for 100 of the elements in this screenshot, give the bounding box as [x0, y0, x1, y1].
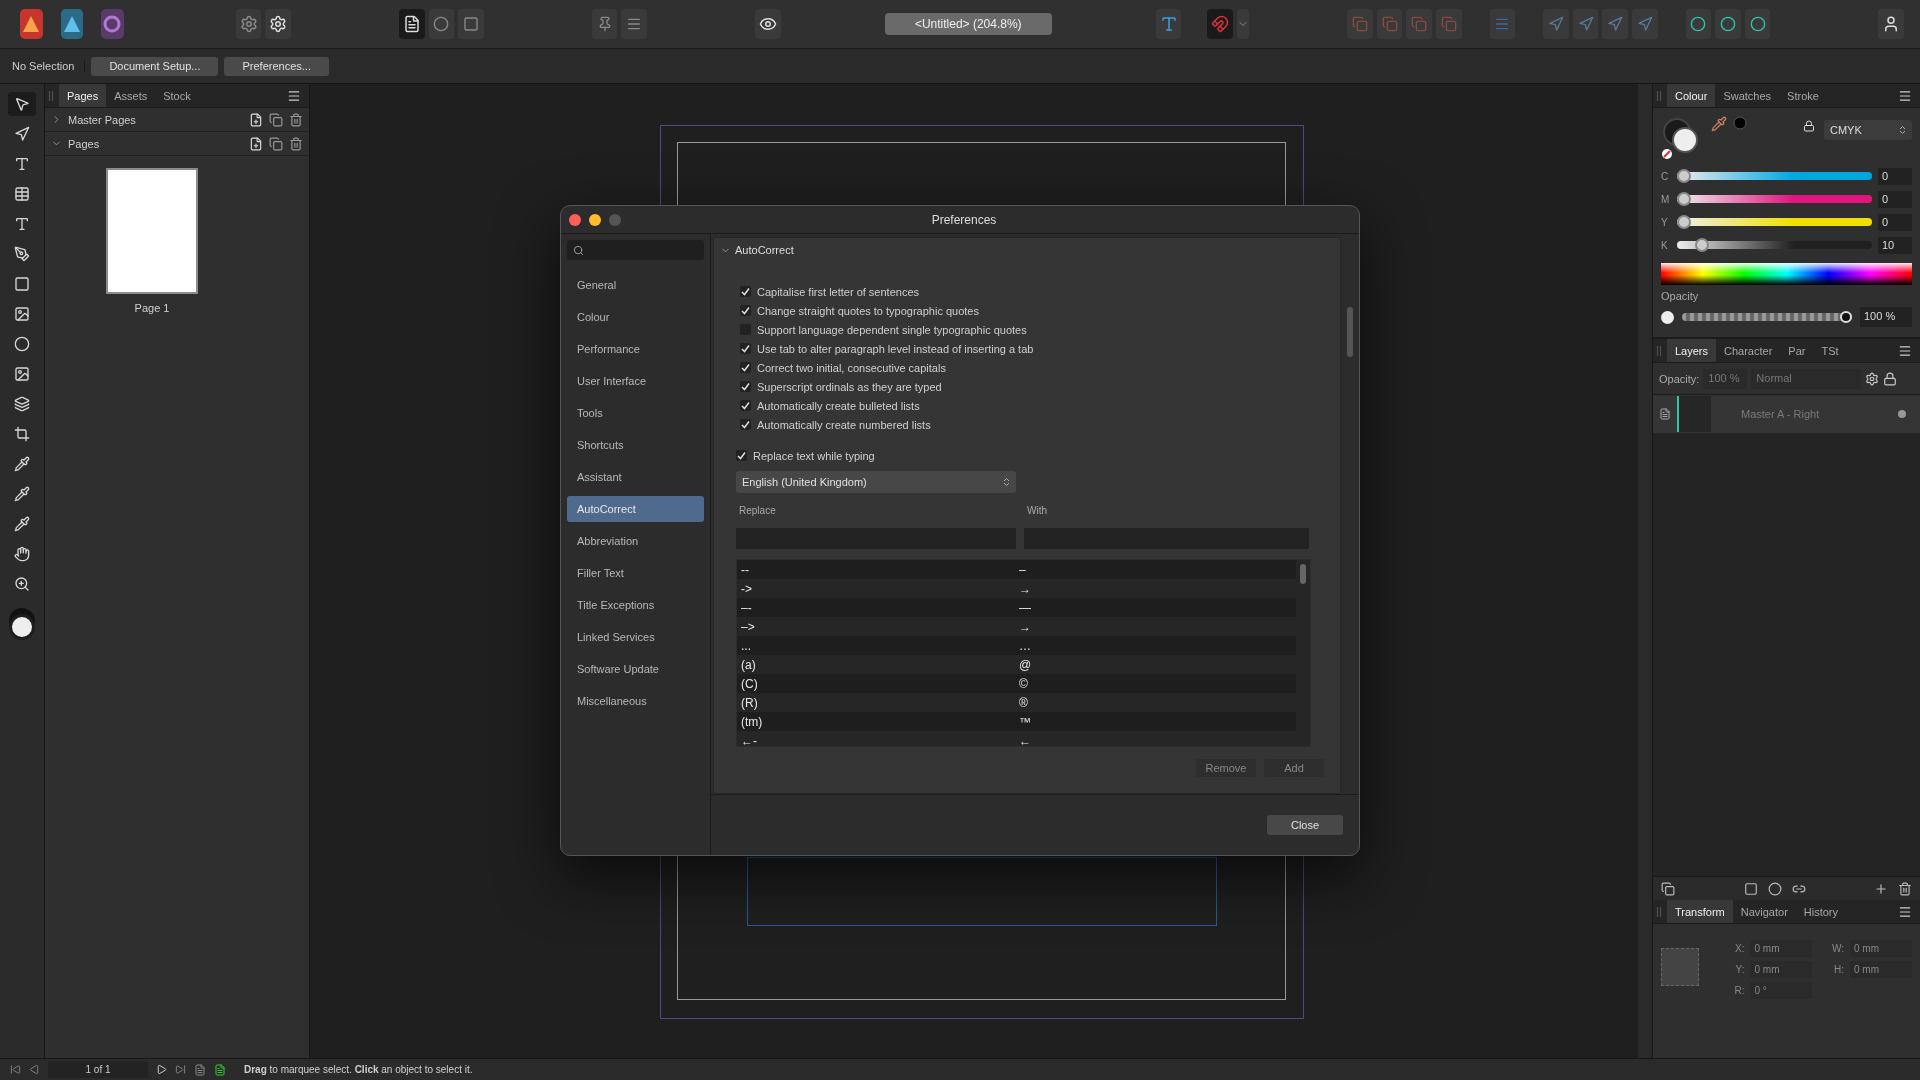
app-logo-icon[interactable] [101, 9, 124, 39]
category-item[interactable]: Miscellaneous [567, 688, 704, 714]
slider-thumb[interactable] [1695, 238, 1710, 252]
panel-tab[interactable]: Character [1716, 339, 1781, 362]
transform-field[interactable]: 0 ° [1750, 982, 1813, 999]
eye-icon[interactable] [755, 9, 781, 39]
opacity-value[interactable]: 100 % [1860, 307, 1912, 327]
transform-field[interactable]: 0 mm [1750, 961, 1813, 978]
panel-tab[interactable]: Navigator [1732, 900, 1796, 923]
colour-spectrum[interactable] [1661, 263, 1912, 285]
trash-icon[interactable] [289, 136, 303, 151]
mask-icon[interactable] [1743, 881, 1758, 896]
panel-tab[interactable]: Swatches [1715, 84, 1780, 107]
checkbox[interactable] [740, 343, 751, 354]
checkbox[interactable] [740, 362, 751, 373]
add-page-icon[interactable] [249, 112, 263, 127]
checkbox[interactable] [740, 381, 751, 392]
checkbox[interactable] [736, 450, 747, 461]
transform-field[interactable]: 0 mm [1850, 961, 1912, 978]
panel-tab[interactable]: Colour [1667, 84, 1716, 107]
context-button[interactable]: Preferences... [224, 56, 329, 76]
swatch-icon[interactable] [1733, 116, 1747, 130]
page-icon[interactable] [214, 1063, 226, 1076]
last-page-icon[interactable] [175, 1064, 186, 1075]
app-logo-icon[interactable] [20, 9, 43, 39]
transform-field[interactable]: 0 mm [1750, 940, 1813, 957]
add-layer-icon[interactable] [1874, 881, 1888, 896]
visibility-dot-icon[interactable] [1898, 410, 1906, 418]
magnet-icon[interactable] [1207, 9, 1234, 39]
close-button[interactable]: Close [1267, 815, 1343, 835]
category-item[interactable]: General [567, 272, 704, 298]
transform-field[interactable]: 0 mm [1850, 940, 1912, 957]
category-item[interactable]: Software Update [567, 656, 704, 682]
page-icon[interactable] [194, 1063, 206, 1076]
lock-icon[interactable] [1803, 120, 1815, 132]
slider-thumb[interactable] [1677, 215, 1691, 229]
channel-value[interactable]: 0 [1878, 213, 1912, 231]
category-item[interactable]: User Interface [567, 368, 704, 394]
settings-icon[interactable] [1865, 371, 1880, 386]
pipette-icon[interactable] [1711, 116, 1727, 132]
category-item[interactable]: Assistant [567, 464, 704, 490]
panel-tab[interactable]: Stroke [1779, 84, 1827, 107]
trash-icon[interactable] [1898, 881, 1912, 896]
category-item[interactable]: Title Exceptions [567, 592, 704, 618]
panel-tab[interactable]: Transform [1667, 900, 1733, 923]
checkbox[interactable] [740, 305, 751, 316]
user-icon[interactable] [1878, 9, 1905, 39]
dialog-button[interactable]: Add [1264, 759, 1324, 777]
context-button[interactable]: Document Setup... [91, 56, 219, 76]
next-page-icon[interactable] [156, 1064, 167, 1075]
colour-model-select[interactable]: CMYK [1824, 120, 1912, 140]
lock-icon[interactable] [1883, 371, 1898, 386]
first-page-icon[interactable] [10, 1064, 21, 1075]
scrollbar-thumb[interactable] [1347, 307, 1353, 357]
add-page-icon[interactable] [249, 136, 263, 151]
panel-tab[interactable]: Assets [106, 84, 156, 107]
checkbox[interactable] [740, 400, 751, 411]
category-item[interactable]: Tools [567, 400, 704, 426]
lines-icon[interactable] [621, 9, 648, 39]
category-item[interactable]: AutoCorrect [567, 496, 704, 522]
channel-value[interactable]: 0 [1878, 190, 1912, 208]
minimize-window-icon[interactable] [589, 213, 601, 226]
slider-thumb[interactable] [1677, 192, 1691, 206]
settings-icon[interactable] [265, 9, 291, 39]
checkbox[interactable] [740, 286, 751, 297]
checkbox[interactable] [740, 419, 751, 430]
square-icon[interactable] [458, 9, 484, 39]
panel-tab[interactable]: TSt [1813, 339, 1847, 362]
category-item[interactable]: Performance [567, 336, 704, 362]
page-thumbnail[interactable] [106, 168, 198, 294]
layers-icon[interactable] [1661, 881, 1675, 896]
panel-tab[interactable]: Stock [155, 84, 199, 107]
page-view-icon[interactable] [399, 9, 425, 39]
text-lines-icon[interactable] [1155, 9, 1182, 39]
category-item[interactable]: Filler Text [567, 560, 704, 586]
panel-tab[interactable]: History [1795, 900, 1847, 923]
panel-tab[interactable]: Pages [59, 84, 107, 107]
panel-tab[interactable]: Layers [1667, 339, 1717, 362]
settings-icon[interactable] [235, 9, 262, 39]
page-counter[interactable]: 1 of 1 [48, 1061, 148, 1078]
close-window-icon[interactable] [569, 213, 581, 226]
channel-value[interactable]: 0 [1878, 167, 1912, 185]
slider-thumb[interactable] [1677, 169, 1691, 183]
search-field[interactable] [567, 240, 704, 260]
category-item[interactable]: Shortcuts [567, 432, 704, 458]
trash-icon[interactable] [289, 112, 303, 127]
channel-value[interactable]: 10 [1878, 236, 1912, 254]
category-item[interactable]: Abbreviation [567, 528, 704, 554]
duplicate-icon[interactable] [269, 136, 283, 151]
scrollbar-thumb[interactable] [1300, 564, 1306, 584]
app-logo-icon[interactable] [60, 9, 84, 39]
pointer-icon[interactable] [8, 92, 36, 116]
pin-icon[interactable] [591, 9, 618, 39]
language-select[interactable]: English (United Kingdom) [736, 471, 1016, 493]
dialog-button[interactable]: Remove [1196, 759, 1256, 777]
category-item[interactable]: Colour [567, 304, 704, 330]
panel-tab[interactable]: Par [1780, 339, 1814, 362]
category-item[interactable]: Linked Services [567, 624, 704, 650]
previous-page-icon[interactable] [29, 1064, 40, 1075]
duplicate-icon[interactable] [269, 112, 283, 127]
